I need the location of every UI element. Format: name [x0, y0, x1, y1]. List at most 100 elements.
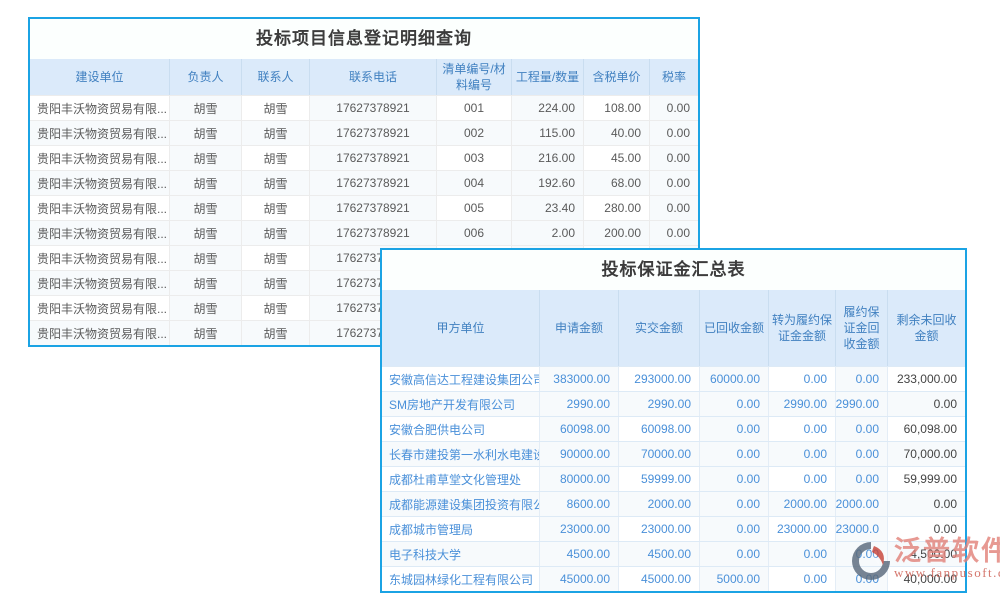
unit-price-cell: 45.00	[584, 146, 650, 170]
recovered-amount-cell: 0.00	[700, 442, 769, 466]
table-row[interactable]: 电子科技大学 4500.00 4500.00 0.00 0.00 0.00 4,…	[382, 541, 965, 566]
table-row[interactable]: 贵阳丰沃物资贸易有限... 胡雪 胡雪 17627378921 002 115.…	[30, 120, 698, 145]
list-no-cell: 006	[437, 221, 512, 245]
table-row[interactable]: 贵阳丰沃物资贸易有限... 胡雪 胡雪 17627378921 001 224.…	[30, 95, 698, 120]
quantity-cell: 192.60	[512, 171, 584, 195]
list-no-cell: 005	[437, 196, 512, 220]
tax-rate-cell: 0.00	[650, 171, 698, 195]
contact-phone-cell: 17627378921	[310, 146, 437, 170]
applied-amount-cell: 60098.00	[540, 417, 619, 441]
quantity-cell: 2.00	[512, 221, 584, 245]
col-header-person-in-charge: 负责人	[170, 59, 242, 95]
col-header-construction-unit: 建设单位	[30, 59, 170, 95]
col-header-party-a-unit: 甲方单位	[382, 290, 540, 366]
list-no-cell: 002	[437, 121, 512, 145]
applied-amount-cell: 45000.00	[540, 567, 619, 591]
recovered-amount-cell: 0.00	[700, 467, 769, 491]
construction-unit-cell: 贵阳丰沃物资贸易有限...	[30, 271, 170, 295]
party-a-unit-cell[interactable]: 电子科技大学	[382, 542, 540, 566]
party-a-unit-cell[interactable]: 成都城市管理局	[382, 517, 540, 541]
table-row[interactable]: 贵阳丰沃物资贸易有限... 胡雪 胡雪 17627378921 004 192.…	[30, 170, 698, 195]
contact-person-cell: 胡雪	[242, 146, 310, 170]
contact-person-cell: 胡雪	[242, 271, 310, 295]
converted-amount-cell: 2000.00	[769, 492, 836, 516]
remaining-amount-cell: 59,999.00	[888, 467, 965, 491]
converted-amount-cell: 2990.00	[769, 392, 836, 416]
table-row[interactable]: 贵阳丰沃物资贸易有限... 胡雪 胡雪 17627378921 006 2.00…	[30, 220, 698, 245]
recovered-amount-cell: 0.00	[700, 392, 769, 416]
table-row[interactable]: SM房地产开发有限公司 2990.00 2990.00 0.00 2990.00…	[382, 391, 965, 416]
construction-unit-cell: 贵阳丰沃物资贸易有限...	[30, 321, 170, 345]
table-row[interactable]: 贵阳丰沃物资贸易有限... 胡雪 胡雪 17627378921 005 23.4…	[30, 195, 698, 220]
quantity-cell: 115.00	[512, 121, 584, 145]
party-a-unit-cell[interactable]: 东城园林绿化工程有限公司	[382, 567, 540, 591]
col-header-converted-to-performance-bond: 转为履约保证金金额	[769, 290, 836, 366]
paid-amount-cell: 45000.00	[619, 567, 700, 591]
col-header-tax-rate: 税率	[650, 59, 698, 95]
party-a-unit-cell[interactable]: 安徽高信达工程建设集团公司	[382, 367, 540, 391]
tax-rate-cell: 0.00	[650, 146, 698, 170]
list-no-cell: 001	[437, 96, 512, 120]
perf-bond-recovered-cell: 2990.00	[836, 392, 888, 416]
contact-phone-cell: 17627378921	[310, 96, 437, 120]
remaining-amount-cell: 233,000.00	[888, 367, 965, 391]
tax-rate-cell: 0.00	[650, 96, 698, 120]
table-row[interactable]: 成都城市管理局 23000.00 23000.00 0.00 23000.00 …	[382, 516, 965, 541]
table2-body: 安徽高信达工程建设集团公司 383000.00 293000.00 60000.…	[382, 366, 965, 591]
perf-bond-recovered-cell: 0.00	[836, 442, 888, 466]
person-in-charge-cell: 胡雪	[170, 246, 242, 270]
party-a-unit-cell[interactable]: SM房地产开发有限公司	[382, 392, 540, 416]
construction-unit-cell: 贵阳丰沃物资贸易有限...	[30, 146, 170, 170]
party-a-unit-cell[interactable]: 安徽合肥供电公司	[382, 417, 540, 441]
party-a-unit-cell[interactable]: 成都杜甫草堂文化管理处	[382, 467, 540, 491]
recovered-amount-cell: 0.00	[700, 542, 769, 566]
person-in-charge-cell: 胡雪	[170, 271, 242, 295]
table-row[interactable]: 贵阳丰沃物资贸易有限... 胡雪 胡雪 17627378921 003 216.…	[30, 145, 698, 170]
tax-rate-cell: 0.00	[650, 121, 698, 145]
col-header-performance-bond-recovered: 履约保证金回收金额	[836, 290, 888, 366]
table-row[interactable]: 东城园林绿化工程有限公司 45000.00 45000.00 5000.00 0…	[382, 566, 965, 591]
construction-unit-cell: 贵阳丰沃物资贸易有限...	[30, 96, 170, 120]
col-header-unit-price-with-tax: 含税单价	[584, 59, 650, 95]
unit-price-cell: 108.00	[584, 96, 650, 120]
table1-header-row: 建设单位 负责人 联系人 联系电话 清单编号/材料编号 工程量/数量 含税单价 …	[30, 59, 698, 95]
unit-price-cell: 40.00	[584, 121, 650, 145]
person-in-charge-cell: 胡雪	[170, 146, 242, 170]
col-header-recovered-amount: 已回收金额	[700, 290, 769, 366]
remaining-amount-cell: 0.00	[888, 517, 965, 541]
table-row[interactable]: 成都杜甫草堂文化管理处 80000.00 59999.00 0.00 0.00 …	[382, 466, 965, 491]
converted-amount-cell: 23000.00	[769, 517, 836, 541]
contact-person-cell: 胡雪	[242, 321, 310, 345]
col-header-applied-amount: 申请金额	[540, 290, 619, 366]
bid-deposit-summary-table: 投标保证金汇总表 甲方单位 申请金额 实交金额 已回收金额 转为履约保证金金额 …	[380, 248, 967, 593]
recovered-amount-cell: 0.00	[700, 517, 769, 541]
table2-title: 投标保证金汇总表	[382, 250, 965, 290]
contact-person-cell: 胡雪	[242, 246, 310, 270]
contact-phone-cell: 17627378921	[310, 196, 437, 220]
col-header-contact-person: 联系人	[242, 59, 310, 95]
col-header-quantity: 工程量/数量	[512, 59, 584, 95]
party-a-unit-cell[interactable]: 长春市建投第一水利水电建设	[382, 442, 540, 466]
construction-unit-cell: 贵阳丰沃物资贸易有限...	[30, 296, 170, 320]
party-a-unit-cell[interactable]: 成都能源建设集团投资有限公	[382, 492, 540, 516]
person-in-charge-cell: 胡雪	[170, 321, 242, 345]
paid-amount-cell: 70000.00	[619, 442, 700, 466]
recovered-amount-cell: 60000.00	[700, 367, 769, 391]
table-row[interactable]: 安徽高信达工程建设集团公司 383000.00 293000.00 60000.…	[382, 366, 965, 391]
table-row[interactable]: 长春市建投第一水利水电建设 90000.00 70000.00 0.00 0.0…	[382, 441, 965, 466]
perf-bond-recovered-cell: 0.00	[836, 567, 888, 591]
table-row[interactable]: 安徽合肥供电公司 60098.00 60098.00 0.00 0.00 0.0…	[382, 416, 965, 441]
table1-title: 投标项目信息登记明细查询	[30, 19, 698, 59]
person-in-charge-cell: 胡雪	[170, 121, 242, 145]
contact-phone-cell: 17627378921	[310, 221, 437, 245]
recovered-amount-cell: 0.00	[700, 417, 769, 441]
perf-bond-recovered-cell: 0.00	[836, 542, 888, 566]
contact-person-cell: 胡雪	[242, 196, 310, 220]
perf-bond-recovered-cell: 0.00	[836, 467, 888, 491]
remaining-amount-cell: 4,500.00	[888, 542, 965, 566]
remaining-amount-cell: 60,098.00	[888, 417, 965, 441]
unit-price-cell: 280.00	[584, 196, 650, 220]
tax-rate-cell: 0.00	[650, 221, 698, 245]
table2-header-row: 甲方单位 申请金额 实交金额 已回收金额 转为履约保证金金额 履约保证金回收金额…	[382, 290, 965, 366]
table-row[interactable]: 成都能源建设集团投资有限公 8600.00 2000.00 0.00 2000.…	[382, 491, 965, 516]
